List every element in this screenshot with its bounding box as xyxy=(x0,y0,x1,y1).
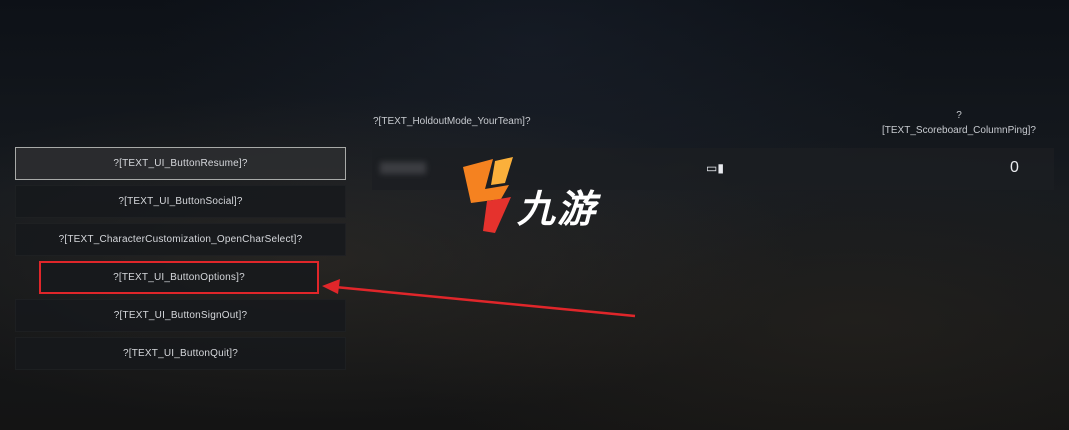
arrow-head xyxy=(322,279,340,294)
annotation-arrow xyxy=(322,279,636,318)
arrow-line xyxy=(334,285,636,318)
